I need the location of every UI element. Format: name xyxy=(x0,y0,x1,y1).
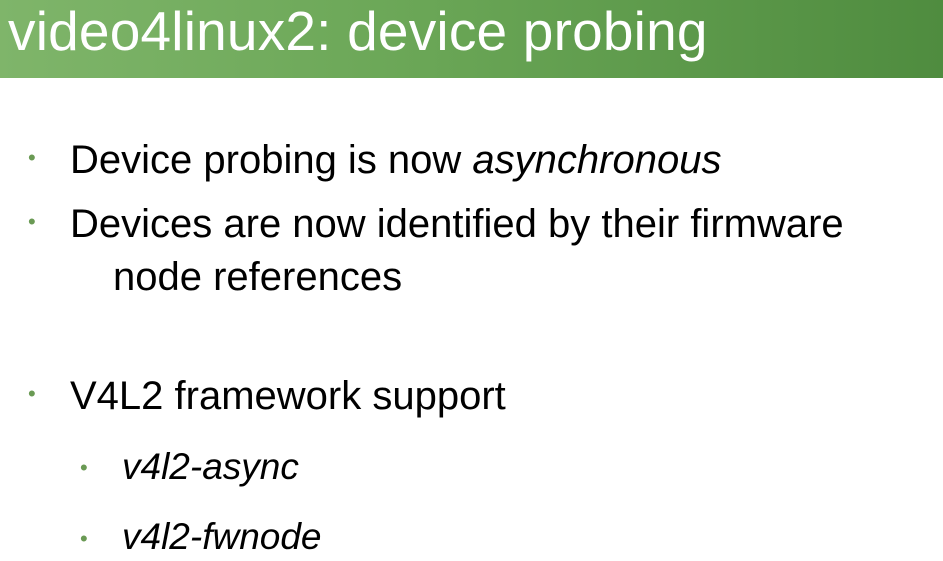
slide-title: video4linux2: device probing xyxy=(8,0,708,62)
bullet-dot-icon: • xyxy=(80,526,88,551)
bullet-3-text: V4L2 framework support xyxy=(70,374,506,418)
bullet-dot-icon: • xyxy=(28,209,36,234)
bullet-1-italic: asynchronous xyxy=(472,138,722,182)
bullet-2-line1: Devices are now identified by their firm… xyxy=(70,202,844,246)
bullet-2-line2: node references xyxy=(113,255,403,299)
bullet-dot-icon: • xyxy=(28,145,36,170)
title-bar: video4linux2: device probing xyxy=(0,0,943,78)
sub-bullet-1-text: v4l2-async xyxy=(122,446,299,487)
bullet-dot-icon: • xyxy=(80,455,88,480)
bullet-1-text: Device probing is now asynchronous xyxy=(70,136,721,184)
sub-bullet-2-text: v4l2-fwnode xyxy=(122,516,322,557)
bullet-dot-icon: • xyxy=(28,381,36,406)
bullet-1-plain: Device probing is now xyxy=(70,138,473,182)
